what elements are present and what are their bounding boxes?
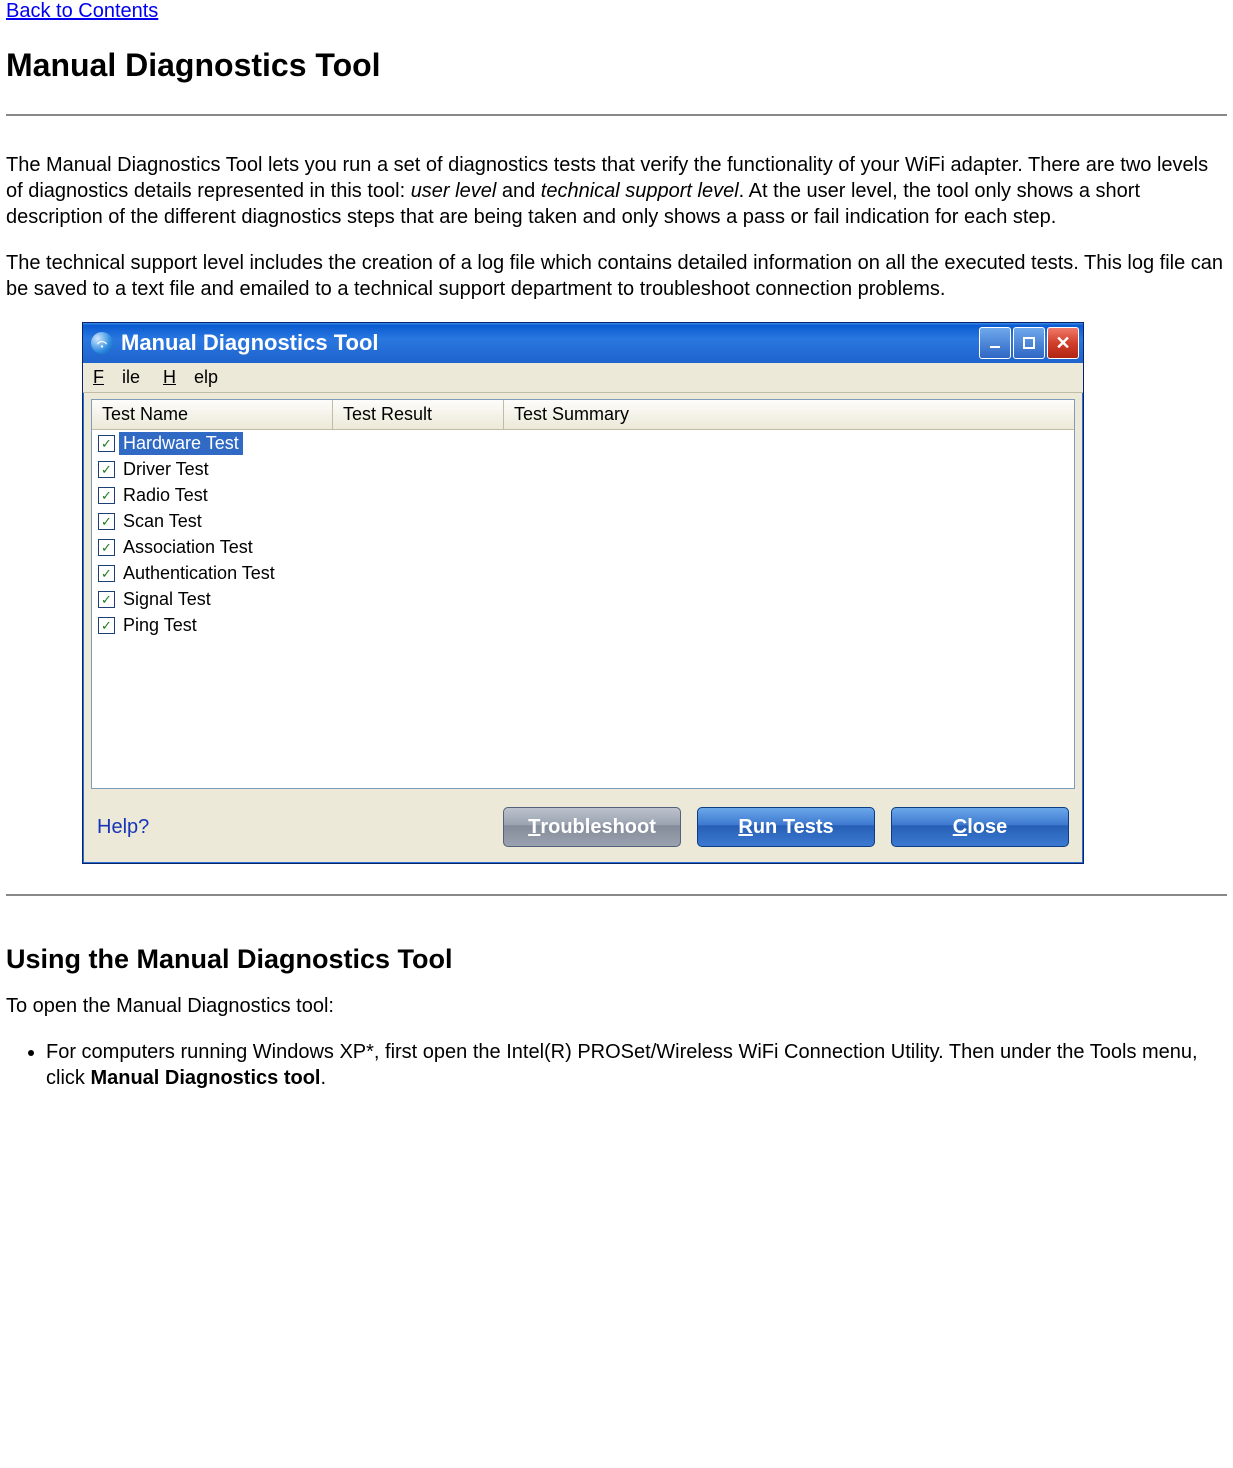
minimize-button[interactable] bbox=[979, 327, 1011, 359]
checkbox[interactable]: ✓ bbox=[98, 539, 115, 556]
table-row[interactable]: ✓Hardware Test bbox=[92, 430, 1074, 456]
test-name-label: Ping Test bbox=[119, 614, 201, 637]
test-name-label: Radio Test bbox=[119, 484, 212, 507]
diagnostics-dialog: Manual Diagnostics Tool ✕ File Help Test… bbox=[82, 322, 1084, 864]
test-list: Test Name Test Result Test Summary ✓Hard… bbox=[91, 399, 1075, 789]
table-row[interactable]: ✓Signal Test bbox=[92, 586, 1074, 612]
titlebar[interactable]: Manual Diagnostics Tool ✕ bbox=[83, 323, 1083, 363]
text: . bbox=[320, 1067, 326, 1089]
window-title: Manual Diagnostics Tool bbox=[121, 330, 379, 356]
list-header: Test Name Test Result Test Summary bbox=[92, 400, 1074, 430]
divider bbox=[6, 894, 1227, 896]
test-name-label: Authentication Test bbox=[119, 562, 279, 585]
list-item: For computers running Windows XP*, first… bbox=[46, 1039, 1227, 1091]
test-name-label: Scan Test bbox=[119, 510, 206, 533]
table-row[interactable]: ✓Driver Test bbox=[92, 456, 1074, 482]
checkbox[interactable]: ✓ bbox=[98, 487, 115, 504]
checkbox[interactable]: ✓ bbox=[98, 513, 115, 530]
test-name-label: Signal Test bbox=[119, 588, 215, 611]
menu-file[interactable]: File bbox=[93, 367, 140, 387]
help-link[interactable]: Help? bbox=[97, 816, 149, 839]
app-icon bbox=[91, 332, 113, 354]
instruction-list: For computers running Windows XP*, first… bbox=[46, 1039, 1227, 1091]
col-test-summary[interactable]: Test Summary bbox=[504, 400, 1074, 429]
menubar: File Help bbox=[83, 363, 1083, 393]
table-row[interactable]: ✓Scan Test bbox=[92, 508, 1074, 534]
checkbox[interactable]: ✓ bbox=[98, 617, 115, 634]
menu-help[interactable]: Help bbox=[163, 367, 218, 387]
text-bold: Manual Diagnostics tool bbox=[90, 1067, 320, 1089]
test-name-label: Association Test bbox=[119, 536, 257, 559]
col-test-result[interactable]: Test Result bbox=[333, 400, 504, 429]
table-row[interactable]: ✓Radio Test bbox=[92, 482, 1074, 508]
using-intro: To open the Manual Diagnostics tool: bbox=[6, 993, 1227, 1019]
back-to-contents-link[interactable]: Back to Contents bbox=[6, 0, 158, 22]
col-test-name[interactable]: Test Name bbox=[92, 400, 333, 429]
test-name-label: Hardware Test bbox=[119, 432, 243, 455]
table-row[interactable]: ✓Authentication Test bbox=[92, 560, 1074, 586]
divider bbox=[6, 114, 1227, 116]
checkbox[interactable]: ✓ bbox=[98, 565, 115, 582]
text-italic: user level bbox=[411, 180, 497, 202]
close-button[interactable]: ✕ bbox=[1047, 327, 1079, 359]
maximize-button[interactable] bbox=[1013, 327, 1045, 359]
table-row[interactable]: ✓Ping Test bbox=[92, 612, 1074, 638]
test-name-label: Driver Test bbox=[119, 458, 213, 481]
section-heading-using: Using the Manual Diagnostics Tool bbox=[6, 944, 1227, 975]
checkbox[interactable]: ✓ bbox=[98, 435, 115, 452]
intro-paragraph-1: The Manual Diagnostics Tool lets you run… bbox=[6, 152, 1227, 230]
run-tests-button[interactable]: Run Tests bbox=[697, 807, 875, 847]
page-title: Manual Diagnostics Tool bbox=[6, 47, 1227, 84]
intro-paragraph-2: The technical support level includes the… bbox=[6, 250, 1227, 302]
checkbox[interactable]: ✓ bbox=[98, 591, 115, 608]
text-italic: technical support level bbox=[541, 180, 739, 202]
checkbox[interactable]: ✓ bbox=[98, 461, 115, 478]
table-row[interactable]: ✓Association Test bbox=[92, 534, 1074, 560]
text: and bbox=[496, 180, 540, 202]
close-dialog-button[interactable]: Close bbox=[891, 807, 1069, 847]
troubleshoot-button[interactable]: Troubleshoot bbox=[503, 807, 681, 847]
